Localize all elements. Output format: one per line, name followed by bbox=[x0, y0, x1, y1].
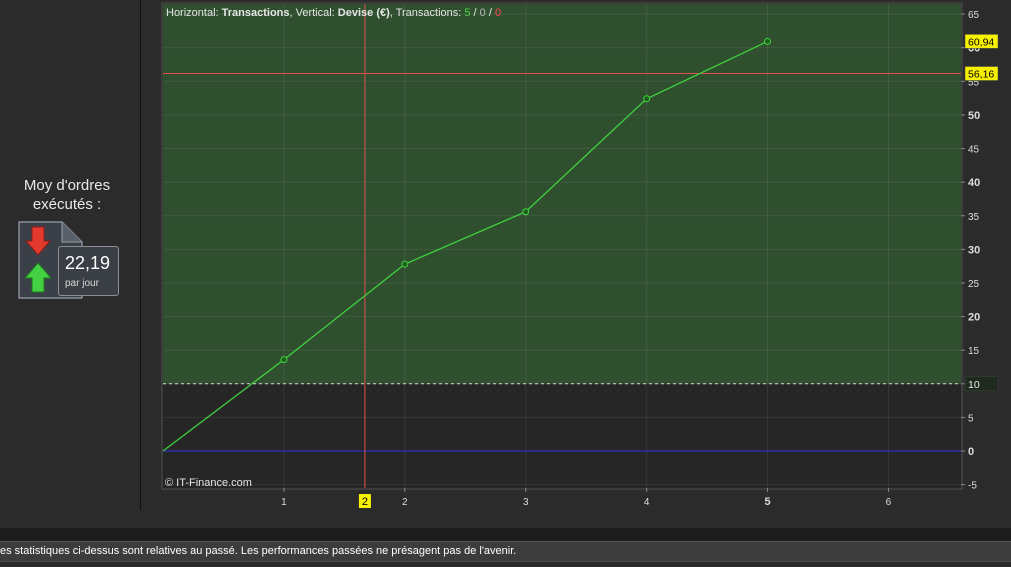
x-tick-label: 3 bbox=[523, 497, 529, 508]
chart-header: Horizontal: Transactions, Vertical: Devi… bbox=[166, 7, 501, 19]
data-point bbox=[280, 356, 288, 364]
x-tick-label: 5 bbox=[764, 496, 770, 508]
y-tick-label: 5 bbox=[968, 413, 974, 424]
cursor-label: 2 bbox=[362, 496, 368, 508]
y-tick-label: 50 bbox=[968, 110, 980, 122]
threshold-value-label: 10 bbox=[968, 379, 980, 391]
negative-zone bbox=[163, 383, 961, 488]
data-point bbox=[522, 208, 530, 216]
y-tick-label: 25 bbox=[968, 279, 980, 290]
equity-chart[interactable]: -50510152025303540455055606560,9456,1610… bbox=[0, 0, 1011, 528]
x-tick-label: 1 bbox=[281, 497, 287, 508]
positive-zone bbox=[163, 4, 961, 384]
reference-value-label: 56,16 bbox=[968, 69, 994, 81]
y-tick-label: 45 bbox=[968, 145, 980, 156]
y-tick-label: 65 bbox=[968, 10, 980, 21]
y-tick-label: 0 bbox=[968, 446, 974, 458]
x-tick-label: 6 bbox=[886, 497, 892, 508]
disclaimer-text: es statistiques ci-dessus sont relatives… bbox=[0, 541, 1011, 561]
x-tick-label: 2 bbox=[402, 497, 408, 508]
y-tick-label: 30 bbox=[968, 244, 980, 256]
y-tick-label: 35 bbox=[968, 212, 980, 223]
data-point bbox=[643, 95, 651, 103]
data-point bbox=[401, 260, 409, 268]
y-tick-label: 40 bbox=[968, 177, 980, 189]
y-tick-label: -5 bbox=[968, 481, 977, 492]
y-tick-label: 15 bbox=[968, 346, 980, 357]
bottom-strip bbox=[0, 561, 1011, 567]
y-tick-label: 20 bbox=[968, 312, 980, 324]
last-value-label: 60,94 bbox=[968, 36, 994, 48]
data-point bbox=[764, 37, 772, 45]
x-tick-label: 4 bbox=[644, 497, 650, 508]
watermark: © IT-Finance.com bbox=[165, 477, 252, 489]
footer-bar bbox=[0, 528, 1011, 541]
